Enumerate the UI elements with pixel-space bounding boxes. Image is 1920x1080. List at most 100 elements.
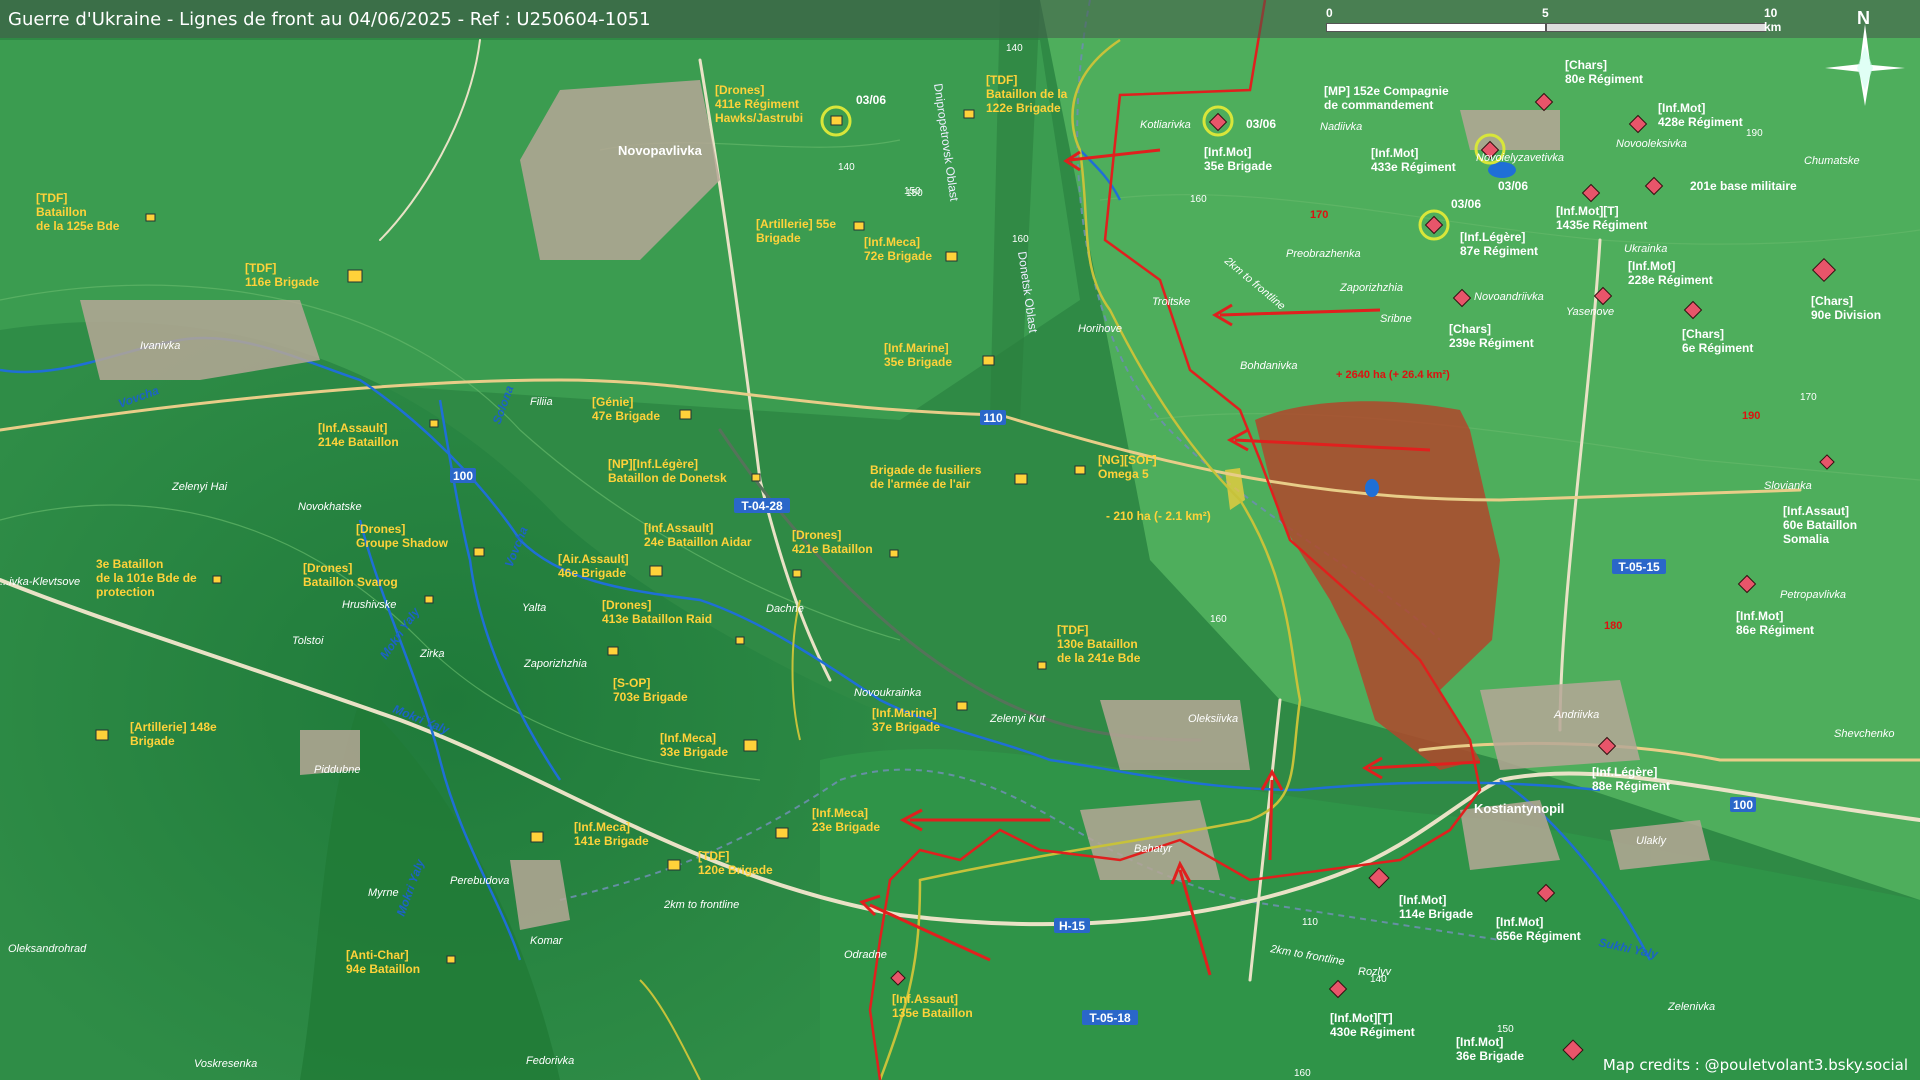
unit-label-chars239-line: 239e Régiment [1449, 336, 1534, 350]
place-preobrazhenka: Preobrazhenka [1286, 248, 1361, 260]
unit-label-assault135-line: 135e Bataillon [892, 1006, 973, 1020]
unit-label-tdf120-line: [TDF] [698, 849, 729, 863]
unit-label-ng_omega-line: [NG][SOF] [1098, 453, 1157, 467]
unit-label-tdf130-line: [TDF] [1057, 623, 1088, 637]
unit-label-marine37-line: 37e Brigade [872, 720, 940, 734]
place-zelenyi_hai: Zelenyi Hai [171, 481, 228, 493]
contour-height-label: 190 [1742, 410, 1760, 422]
place-kostiantynopil: Kostiantynopil [1474, 801, 1564, 816]
date-label-d4: 03/06 [1451, 197, 1481, 211]
lake [1488, 162, 1516, 178]
place-novooleksivka: Novooleksivka [1616, 138, 1687, 150]
unit-label-tdf122-line: 122e Brigade [986, 101, 1061, 115]
unit-label-drones421-line: [Drones] [792, 528, 841, 542]
scale-bar: 0 5 10 km [1326, 6, 1781, 34]
area-gain-label: + 2640 ha (+ 26.4 km²) [1336, 369, 1450, 381]
place-andriivka: Andriivka [1553, 709, 1599, 721]
unit-label-chars90-line: 90e Division [1811, 308, 1881, 322]
unit-label-mot428-line: [Inf.Mot] [1658, 101, 1705, 115]
unit-label-tdf116-line: [TDF] [245, 261, 276, 275]
place-novoandriivka: Novoandriivka [1474, 291, 1544, 303]
place-zaporizhzhia_e: Zaporizhzhia [1339, 282, 1403, 294]
place-oleksiivka: Oleksiivka [1188, 713, 1238, 725]
place-zirka: Zirka [419, 648, 444, 660]
scale-segment-2 [1546, 23, 1766, 32]
unit-label-tdf125-line: Bataillon [36, 205, 87, 219]
unit-label-tdf122-line: Bataillon de la [986, 87, 1068, 101]
road-number-t0518: T-05-18 [1089, 1011, 1131, 1025]
place-sloviank: Slovianka [1764, 480, 1812, 492]
compass-rose: N [1815, 6, 1915, 116]
unit-label-drones411-line: [Drones] [715, 83, 764, 97]
unit-label-mp152-line: de commandement [1324, 98, 1433, 112]
place-novoielyzavetivka: Novoielyzavetivka [1476, 152, 1564, 164]
unit-label-mot114-line: [Inf.Mot] [1399, 893, 1446, 907]
place-kotliarivka: Kotliarivka [1140, 119, 1191, 131]
unit-label-genie47-line: [Génie] [592, 395, 633, 409]
unit-label-b101-line: de la 101e Bde de [96, 571, 197, 585]
unit-label-assault214-line: 214e Bataillon [318, 435, 399, 449]
unit-label-b101-line: protection [96, 585, 155, 599]
unit-label-mott1435-line: 1435e Régiment [1556, 218, 1647, 232]
unit-label-tdf125-line: de la 125e Bde [36, 219, 120, 233]
place-petropavlivka: Petropavlivka [1780, 589, 1846, 601]
unit-label-base201-line: 201e base militaire [1690, 179, 1797, 193]
scale-label-5: 5 [1542, 6, 1549, 20]
unit-label-genie47-line: 47e Brigade [592, 409, 660, 423]
road-number-t0515: T-05-15 [1618, 560, 1660, 574]
unit-label-chars6-line: [Chars] [1682, 327, 1724, 341]
unit-label-mot114-line: 114e Brigade [1399, 907, 1473, 921]
date-label-d1: 03/06 [856, 93, 886, 107]
unit-label-aidar-line: [Inf.Assault] [644, 521, 713, 535]
place-novokhatske: Novokhatske [298, 501, 362, 513]
unit-label-mot86-line: [Inf.Mot] [1736, 609, 1783, 623]
place-hrushivske: Hrushivske [342, 599, 396, 611]
map-title: Guerre d'Ukraine - Lignes de front au 04… [8, 9, 651, 30]
unit-label-mot656-line: [Inf.Mot] [1496, 915, 1543, 929]
place-zelenivka: Zelenivka [1667, 1001, 1715, 1013]
unit-label-mot228-line: 228e Régiment [1628, 273, 1713, 287]
unit-label-antichar94-line: [Anti-Char] [346, 948, 409, 962]
contour-height-label: 140 [838, 162, 855, 173]
unit-label-meca141-line: 141e Brigade [574, 834, 649, 848]
unit-label-drones_shadow-line: [Drones] [356, 522, 405, 536]
unit-label-mot86-line: 86e Régiment [1736, 623, 1814, 637]
unit-label-marine35-line: 35e Brigade [884, 355, 952, 369]
place-dachne: Dachne [766, 603, 804, 615]
unit-label-marine37-line: [Inf.Marine] [872, 706, 937, 720]
unit-label-art148-line: Brigade [130, 734, 175, 748]
unit-label-tdf130-line: 130e Bataillon [1057, 637, 1138, 651]
place-ukrainka: Ukrainka [1624, 243, 1667, 255]
place-nadiivka: Nadiivka [1320, 121, 1362, 133]
unit-label-leg87-line: 87e Régiment [1460, 244, 1538, 258]
place-sribne: Sribne [1380, 313, 1412, 325]
unit-label-leg87-line: [Inf.Légère] [1460, 230, 1525, 244]
unit-label-drones_svarog-line: Bataillon Svarog [303, 575, 398, 589]
place-yalta: Yalta [522, 602, 546, 614]
unit-label-mot656-line: 656e Régiment [1496, 929, 1581, 943]
contour-height-label: 140 [1006, 43, 1023, 54]
contour-height-label: 150 [906, 188, 923, 199]
unit-label-assault60-line: Somalia [1783, 532, 1829, 546]
place-horihove: Horihove [1078, 323, 1122, 335]
unit-label-air46-line: 46e Brigade [558, 566, 626, 580]
unit-label-chars6-line: 6e Régiment [1682, 341, 1753, 355]
road-number-h15: H-15 [1059, 919, 1085, 933]
unit-label-chars80-line: [Chars] [1565, 58, 1607, 72]
unit-label-art55-line: Brigade [756, 231, 801, 245]
unit-label-antichar94-line: 94e Bataillon [346, 962, 420, 976]
place-oleksandrohrad: Oleksandrohrad [8, 943, 87, 955]
place-piddubne: Piddubne [314, 764, 361, 776]
unit-label-mott430-line: 430e Régiment [1330, 1025, 1415, 1039]
unit-label-b101-line: 3e Bataillon [96, 557, 163, 571]
unit-label-art55-line: [Artillerie] 55e [756, 217, 836, 231]
unit-label-fusiliers-line: Brigade de fusiliers [870, 463, 982, 477]
place-filiia: Filiia [530, 396, 553, 408]
unit-label-aidar-line: 24e Bataillon Aidar [644, 535, 752, 549]
unit-label-drones_svarog-line: [Drones] [303, 561, 352, 575]
unit-label-meca72-line: 72e Brigade [864, 249, 932, 263]
unit-label-mp152-line: [MP] 152e Compagnie [1324, 84, 1449, 98]
unit-label-assault60-line: 60e Bataillon [1783, 518, 1857, 532]
unit-label-meca23-line: 23e Brigade [812, 820, 880, 834]
place-tolstoi: Tolstoi [292, 635, 324, 647]
